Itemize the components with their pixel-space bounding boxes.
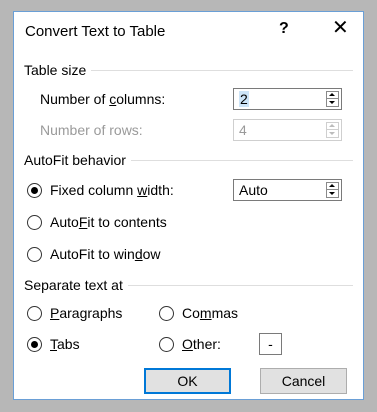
fixed-width-decrement-button[interactable] bbox=[327, 190, 338, 197]
separate-text-section: Separate text at bbox=[24, 277, 353, 293]
separate-text-heading: Separate text at bbox=[24, 277, 128, 293]
cancel-button[interactable]: Cancel bbox=[260, 368, 347, 394]
close-button[interactable]: ✕ bbox=[332, 18, 349, 38]
columns-decrement-button[interactable] bbox=[327, 99, 338, 106]
fixed-width-value[interactable]: Auto bbox=[239, 182, 268, 198]
columns-label: Number of columns: bbox=[40, 91, 166, 107]
rows-decrement-button bbox=[327, 130, 338, 137]
paragraphs-label[interactable]: Paragraphs bbox=[50, 305, 122, 321]
commas-label[interactable]: Commas bbox=[182, 305, 238, 321]
fixed-width-radio[interactable] bbox=[27, 183, 42, 198]
paragraphs-radio[interactable] bbox=[27, 306, 42, 321]
table-size-section: Table size bbox=[24, 62, 353, 78]
rows-spinner: 4 bbox=[233, 119, 342, 141]
autofit-heading: AutoFit behavior bbox=[24, 152, 131, 168]
help-button[interactable]: ? bbox=[279, 20, 289, 38]
autofit-contents-radio[interactable] bbox=[27, 215, 42, 230]
autofit-window-radio[interactable] bbox=[27, 247, 42, 262]
arrow-up-icon bbox=[329, 184, 335, 187]
other-radio[interactable] bbox=[159, 337, 174, 352]
arrow-down-icon bbox=[329, 101, 335, 104]
arrow-down-icon bbox=[329, 132, 335, 135]
dialog-title: Convert Text to Table bbox=[25, 23, 166, 40]
tabs-radio[interactable] bbox=[27, 337, 42, 352]
columns-increment-button[interactable] bbox=[327, 92, 338, 99]
commas-radio[interactable] bbox=[159, 306, 174, 321]
arrow-up-icon bbox=[329, 93, 335, 96]
autofit-section: AutoFit behavior bbox=[24, 152, 353, 168]
arrow-down-icon bbox=[329, 192, 335, 195]
ok-button[interactable]: OK bbox=[144, 368, 231, 394]
table-size-heading: Table size bbox=[24, 62, 92, 78]
other-label[interactable]: Other: bbox=[182, 336, 221, 352]
columns-value[interactable]: 2 bbox=[239, 91, 249, 107]
tabs-label[interactable]: Tabs bbox=[50, 336, 80, 352]
autofit-contents-label[interactable]: AutoFit to contents bbox=[50, 214, 167, 230]
rows-label: Number of rows: bbox=[40, 122, 143, 138]
rows-increment-button bbox=[327, 123, 338, 130]
fixed-width-spinner[interactable]: Auto bbox=[233, 179, 342, 201]
autofit-window-label[interactable]: AutoFit to window bbox=[50, 246, 161, 262]
convert-text-to-table-dialog: Convert Text to Table ? ✕ Table size Num… bbox=[13, 11, 364, 400]
fixed-width-increment-button[interactable] bbox=[327, 183, 338, 190]
fixed-width-label[interactable]: Fixed column width: bbox=[50, 182, 174, 198]
arrow-up-icon bbox=[329, 124, 335, 127]
columns-spinner[interactable]: 2 bbox=[233, 88, 342, 110]
other-separator-input[interactable]: - bbox=[259, 333, 282, 355]
rows-value: 4 bbox=[239, 122, 247, 138]
